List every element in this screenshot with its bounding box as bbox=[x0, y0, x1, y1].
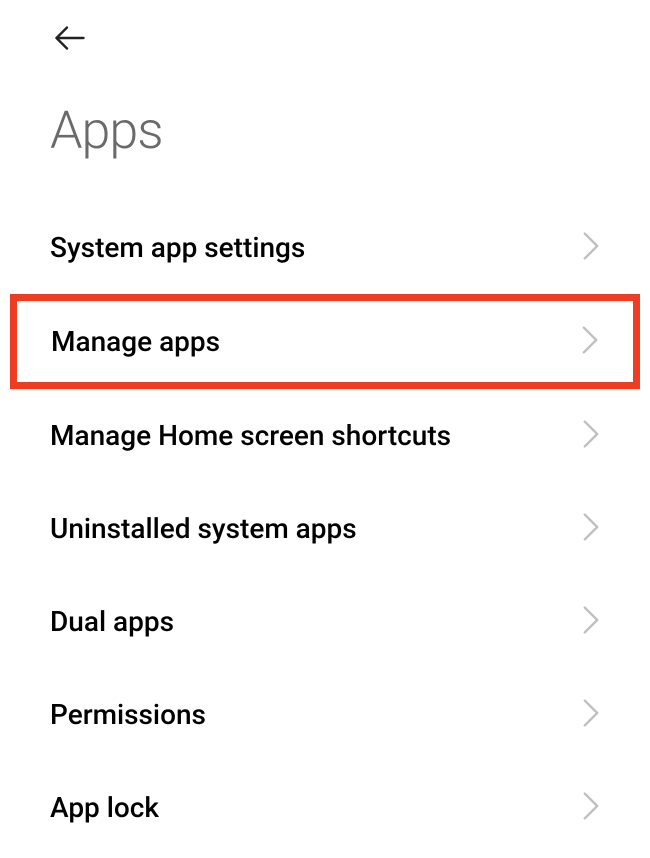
chevron-right-icon bbox=[582, 699, 600, 731]
list-item-permissions[interactable]: Permissions bbox=[0, 668, 650, 761]
list-item-manage-home-shortcuts[interactable]: Manage Home screen shortcuts bbox=[0, 389, 650, 482]
list-item-manage-home-shortcuts-wrapper: Manage Home screen shortcuts bbox=[0, 389, 650, 482]
list-item-dual-apps-wrapper: Dual apps bbox=[0, 575, 650, 668]
back-button[interactable] bbox=[50, 20, 90, 60]
list-item-permissions-wrapper: Permissions bbox=[0, 668, 650, 761]
list-item-uninstalled-system-apps[interactable]: Uninstalled system apps bbox=[0, 482, 650, 575]
list-item-label: Manage Home screen shortcuts bbox=[50, 419, 451, 452]
page-title: Apps bbox=[0, 70, 650, 201]
list-item-app-lock[interactable]: App lock bbox=[0, 761, 650, 854]
list-item-label: Uninstalled system apps bbox=[50, 512, 357, 545]
chevron-right-icon bbox=[582, 420, 600, 452]
list-item-app-lock-wrapper: App lock bbox=[0, 761, 650, 854]
list-item-label: Permissions bbox=[50, 698, 206, 731]
chevron-right-icon bbox=[582, 606, 600, 638]
chevron-right-icon bbox=[582, 232, 600, 264]
list-item-dual-apps[interactable]: Dual apps bbox=[0, 575, 650, 668]
list-item-system-app-settings-wrapper: System app settings bbox=[0, 201, 650, 294]
chevron-right-icon bbox=[582, 513, 600, 545]
list-item-system-app-settings[interactable]: System app settings bbox=[0, 201, 650, 294]
chevron-right-icon bbox=[581, 326, 599, 358]
header bbox=[0, 0, 650, 70]
list-item-label: Dual apps bbox=[50, 605, 174, 638]
list-item-label: App lock bbox=[50, 791, 159, 824]
list-item-label: System app settings bbox=[50, 231, 305, 264]
chevron-right-icon bbox=[582, 792, 600, 824]
list-item-manage-apps-wrapper: Manage apps bbox=[10, 294, 640, 389]
list-item-uninstalled-system-apps-wrapper: Uninstalled system apps bbox=[0, 482, 650, 575]
list-item-label: Manage apps bbox=[51, 325, 220, 358]
settings-list: System app settings Manage apps Manage H… bbox=[0, 201, 650, 854]
arrow-left-icon bbox=[52, 20, 88, 60]
list-item-manage-apps[interactable]: Manage apps bbox=[17, 301, 633, 382]
